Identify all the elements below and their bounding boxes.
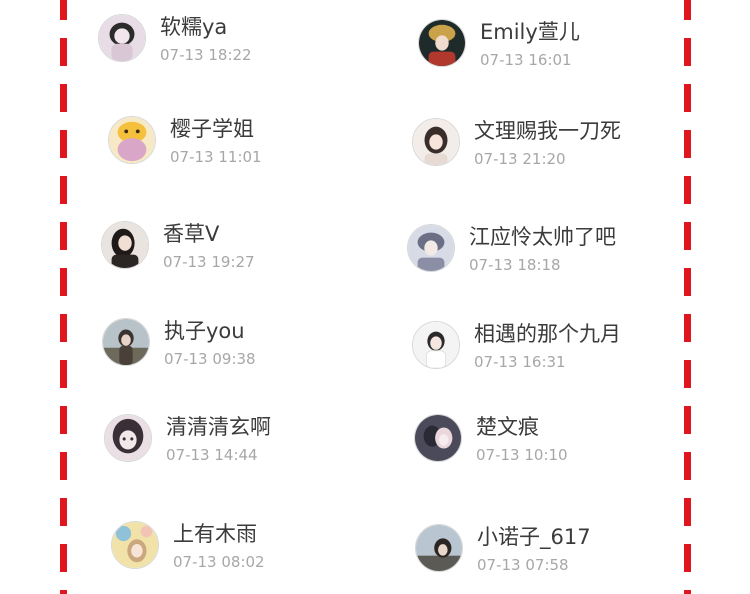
timestamp: 07-13 19:27 (163, 253, 255, 271)
username: 清清清玄啊 (166, 415, 271, 439)
avatar-girl-sky[interactable] (415, 524, 463, 572)
left-dashed-border (60, 0, 67, 594)
timestamp: 07-13 18:22 (160, 46, 252, 64)
avatar-costume-girl[interactable] (418, 19, 466, 67)
timestamp: 07-13 18:18 (469, 256, 561, 274)
avatar-anime-boy[interactable] (407, 224, 455, 272)
timestamp: 07-13 16:31 (474, 353, 566, 371)
username: 执子you (164, 319, 245, 343)
avatar-girl-dark[interactable] (101, 221, 149, 269)
avatar-anime-cat[interactable] (108, 116, 156, 164)
username: 上有木雨 (173, 522, 257, 546)
avatar-anime-couple[interactable] (414, 414, 462, 462)
timestamp: 07-13 08:02 (173, 553, 265, 571)
username: Emily萱儿 (480, 20, 580, 44)
username: 文理赐我一刀死 (474, 119, 621, 143)
username: 软糯ya (160, 15, 228, 39)
right-dashed-border (684, 0, 691, 594)
timestamp: 07-13 11:01 (170, 148, 262, 166)
username: 相遇的那个九月 (474, 322, 621, 346)
avatar-girl-white[interactable] (412, 321, 460, 369)
avatar-dark-hair-girl[interactable] (98, 14, 146, 62)
avatar-girl-outdoor[interactable] (102, 318, 150, 366)
timestamp: 07-13 07:58 (477, 556, 569, 574)
username: 江应怜太帅了吧 (469, 225, 616, 249)
username: 小诺子_617 (477, 525, 591, 549)
username: 樱子学姐 (170, 117, 254, 141)
timestamp: 07-13 14:44 (166, 446, 258, 464)
username: 香草V (163, 222, 220, 246)
avatar-girl-photo[interactable] (412, 118, 460, 166)
timestamp: 07-13 16:01 (480, 51, 572, 69)
avatar-anime-girl[interactable] (104, 414, 152, 462)
username: 楚文痕 (476, 415, 539, 439)
avatar-flower-girl[interactable] (111, 521, 159, 569)
timestamp: 07-13 10:10 (476, 446, 568, 464)
timestamp: 07-13 21:20 (474, 150, 566, 168)
timestamp: 07-13 09:38 (164, 350, 256, 368)
